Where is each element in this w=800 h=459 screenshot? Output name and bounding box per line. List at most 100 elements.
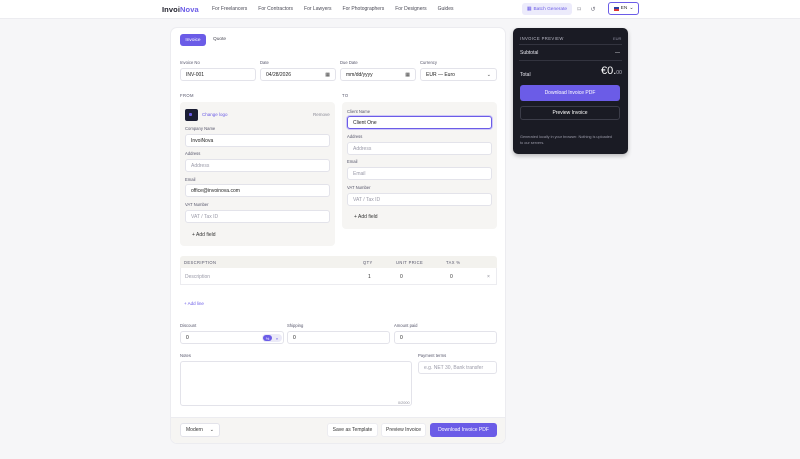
col-qty: QTY [363, 260, 373, 265]
logo-accent-text: Nova [180, 5, 199, 14]
from-vat-placeholder: VAT / Tax ID [191, 213, 219, 220]
save-template-button[interactable]: Save as Template [327, 423, 378, 437]
item-price-input[interactable]: 0 [400, 274, 403, 280]
preview-invoice-button[interactable]: Preview Invoice [381, 423, 426, 437]
from-add-field-button[interactable]: + Add field [192, 232, 216, 238]
due-date-placeholder: mm/dd/yyyy [346, 71, 373, 78]
remove-logo-link[interactable]: Remove [313, 112, 330, 117]
from-email-input[interactable]: office@invoinova.com [185, 184, 330, 197]
due-date-label: Due Date [340, 60, 358, 65]
currency-select[interactable]: EUR — Euro ⌄ [420, 68, 497, 81]
grid-icon: ▦ [526, 6, 532, 12]
date-value: 04/28/2026 [266, 71, 292, 78]
amount-paid-value: 0 [400, 334, 403, 341]
tab-invoice[interactable]: Invoice [180, 34, 206, 46]
to-vat-label: VAT Number [347, 185, 371, 190]
to-email-input[interactable]: Email [347, 167, 492, 180]
notes-textarea[interactable] [180, 361, 412, 406]
preview-download-button[interactable]: Download Invoice PDF [520, 85, 620, 101]
total-cents: 00 [616, 70, 622, 76]
nav-link-designers[interactable]: For Designers [395, 6, 426, 12]
item-tax-input[interactable]: 0 [450, 274, 453, 280]
shipping-input[interactable]: 0 [287, 331, 390, 344]
to-email-placeholder: Email [353, 170, 366, 177]
nav-link-guides[interactable]: Guides [438, 6, 454, 12]
calendar-icon[interactable]: ▦ [405, 72, 410, 78]
from-email-value: office@invoinova.com [191, 187, 240, 194]
amount-paid-input[interactable]: 0 [394, 331, 497, 344]
preview-title: INVOICE PREVIEW [520, 36, 564, 41]
currency-label: Currency [420, 60, 437, 65]
from-email-label: Email [185, 177, 196, 182]
item-qty-input[interactable]: 1 [368, 274, 371, 280]
discount-type-toggle[interactable]: % ¤ [262, 334, 282, 342]
col-description: DESCRIPTION [184, 260, 217, 265]
date-label: Date [260, 60, 269, 65]
logo-text: Invoi [162, 5, 181, 14]
subtotal-label: Subtotal [520, 50, 539, 56]
divider [519, 60, 622, 61]
payment-terms-label: Payment terms [418, 353, 447, 358]
language-label: EN [620, 6, 628, 11]
divider [519, 44, 622, 45]
currency-value: EUR — Euro [426, 71, 455, 78]
logo[interactable]: InvoiNova [162, 5, 199, 14]
to-vat-input[interactable]: VAT / Tax ID [347, 193, 492, 206]
payment-terms-input[interactable]: e.g. NET 30, Bank transfer [418, 361, 497, 374]
from-address-label: Address [185, 151, 201, 156]
invoice-no-input[interactable]: INV-001 [180, 68, 256, 81]
item-description-input[interactable]: Description [185, 274, 210, 280]
from-address-input[interactable]: Address [185, 159, 330, 172]
company-name-input[interactable]: InvoiNova [185, 134, 330, 147]
add-line-button[interactable]: + Add line [184, 301, 204, 306]
from-address-placeholder: Address [191, 162, 210, 169]
template-value: Modern [186, 427, 203, 433]
discount-percent-option[interactable]: % [263, 335, 272, 341]
from-vat-input[interactable]: VAT / Tax ID [185, 210, 330, 223]
discount-flat-option[interactable]: ¤ [273, 335, 281, 341]
invoice-no-label: Invoice No [180, 60, 200, 65]
client-name-input[interactable]: Client One [347, 116, 492, 129]
nav-link-freelancers[interactable]: For Freelancers [212, 6, 247, 12]
batch-generate-label: Batch Generate [533, 6, 568, 12]
bookmark-icon[interactable]: ⌑ [574, 4, 584, 14]
payment-terms-placeholder: e.g. NET 30, Bank transfer [424, 364, 484, 371]
remove-row-icon[interactable]: × [487, 274, 490, 280]
to-address-placeholder: Address [353, 145, 372, 152]
notes-label: Notes [180, 353, 191, 358]
download-invoice-button[interactable]: Download Invoice PDF [430, 423, 497, 437]
notes-char-counter: 0/2000 [398, 401, 410, 405]
to-add-field-button[interactable]: + Add field [354, 214, 378, 220]
shipping-value: 0 [293, 334, 296, 341]
chevron-down-icon: ⌄ [209, 427, 214, 433]
client-name-value: Client One [353, 119, 377, 126]
invoice-no-value: INV-001 [186, 71, 205, 78]
to-address-label: Address [347, 134, 363, 139]
nav-link-lawyers[interactable]: For Lawyers [304, 6, 332, 12]
top-navbar: InvoiNova For Freelancers For Contractor… [0, 0, 800, 19]
nav-link-contractors[interactable]: For Contractors [258, 6, 293, 12]
total-value: €0.00 [601, 65, 622, 77]
language-select[interactable]: EN ⌄ [608, 2, 639, 15]
change-logo-link[interactable]: Change logo [202, 112, 228, 117]
preview-invoice-panel-button[interactable]: Preview Invoice [520, 106, 620, 120]
discount-label: Discount [180, 323, 197, 328]
due-date-input[interactable]: mm/dd/yyyy ▦ [340, 68, 416, 81]
company-name-label: Company Name [185, 126, 216, 131]
batch-generate-button[interactable]: ▦ Batch Generate [522, 3, 572, 15]
to-email-label: Email [347, 159, 358, 164]
template-select[interactable]: Modern ⌄ [180, 423, 220, 437]
nav-links: For Freelancers For Contractors For Lawy… [212, 6, 454, 12]
calendar-icon[interactable]: ▦ [325, 72, 330, 78]
flag-icon [613, 6, 619, 11]
to-address-input[interactable]: Address [347, 142, 492, 155]
history-icon[interactable]: ↺ [588, 4, 598, 14]
tab-quote[interactable]: Quote [213, 37, 226, 42]
to-section-title: TO [342, 93, 349, 98]
privacy-note: Generated locally in your browser. Nothi… [520, 135, 613, 145]
chevron-down-icon: ⌄ [629, 6, 634, 11]
to-vat-placeholder: VAT / Tax ID [353, 196, 381, 203]
date-input[interactable]: 04/28/2026 ▦ [260, 68, 336, 81]
nav-link-photographers[interactable]: For Photographers [343, 6, 385, 12]
total-main: €0. [601, 65, 617, 77]
